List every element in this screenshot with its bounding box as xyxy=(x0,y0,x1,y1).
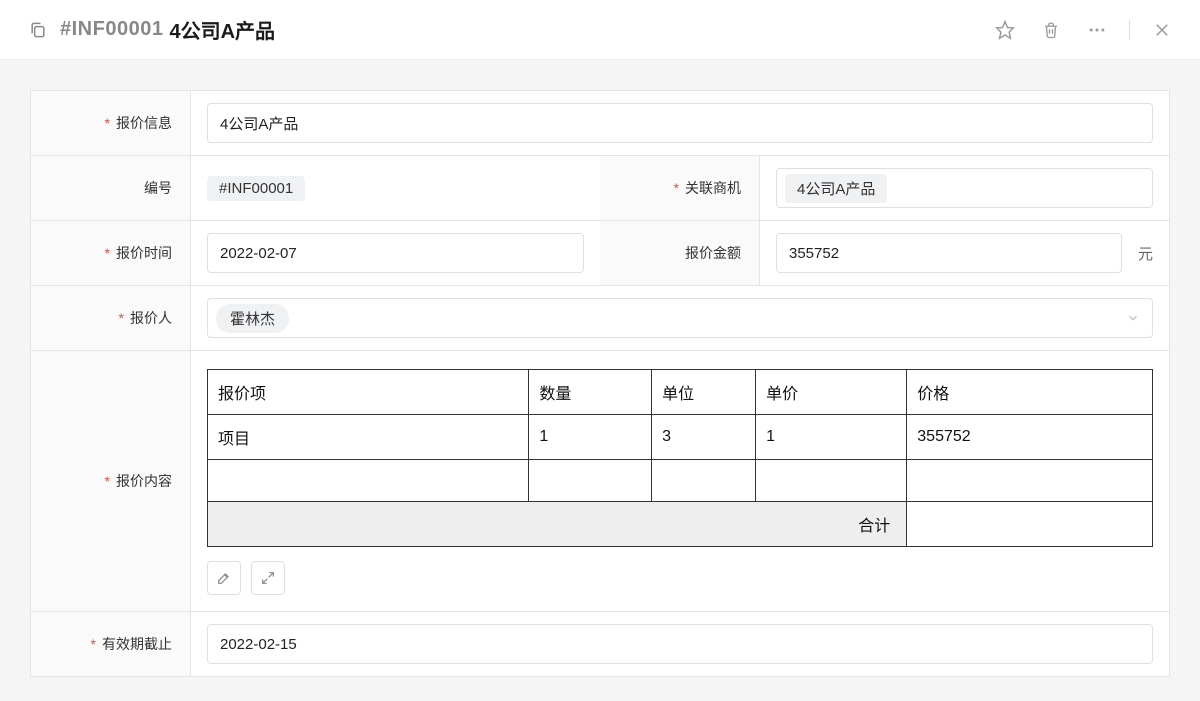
close-icon[interactable] xyxy=(1148,16,1176,44)
page-title: #INF00001 4公司A产品 xyxy=(60,15,275,44)
quoter-select[interactable]: 霍林杰 xyxy=(207,298,1153,338)
quote-date-field[interactable] xyxy=(207,233,584,273)
quote-items-area: 报价项 数量 单位 单价 价格 项目 1 3 1 355752 xyxy=(191,351,1169,611)
copy-icon[interactable] xyxy=(24,16,52,44)
th-qty: 数量 xyxy=(529,370,652,415)
cell-unit[interactable]: 3 xyxy=(652,415,756,460)
sum-value xyxy=(907,502,1153,547)
cell-price[interactable]: 1 xyxy=(756,415,907,460)
label-quoter: 报价人 xyxy=(31,286,191,350)
divider xyxy=(1129,20,1130,40)
valid-until-input[interactable] xyxy=(220,636,1140,653)
quote-date-input[interactable] xyxy=(220,245,571,262)
label-content: 报价内容 xyxy=(31,351,191,611)
opportunity-field[interactable]: 4公司A产品 xyxy=(776,168,1153,208)
more-icon[interactable] xyxy=(1083,16,1111,44)
quoter-tag: 霍林杰 xyxy=(216,304,289,333)
chevron-down-icon xyxy=(1126,311,1140,325)
cell-qty[interactable] xyxy=(529,460,652,502)
th-price: 单价 xyxy=(756,370,907,415)
label-valid-until: 有效期截止 xyxy=(31,612,191,676)
quote-form: 报价信息 编号 #INF00001 关联商机 4公司A xyxy=(30,90,1170,677)
cell-total[interactable] xyxy=(907,460,1153,502)
record-title: 4公司A产品 xyxy=(169,15,275,44)
star-icon[interactable] xyxy=(991,16,1019,44)
record-id: #INF00001 xyxy=(60,18,163,41)
trash-icon[interactable] xyxy=(1037,16,1065,44)
expand-icon xyxy=(260,570,276,586)
cell-unit[interactable] xyxy=(652,460,756,502)
th-name: 报价项 xyxy=(208,370,529,415)
cell-price[interactable] xyxy=(756,460,907,502)
valid-until-field[interactable] xyxy=(207,624,1153,664)
opportunity-tag: 4公司A产品 xyxy=(785,174,887,203)
sum-label: 合计 xyxy=(208,502,907,547)
amount-input[interactable] xyxy=(789,245,1109,262)
code-tag: #INF00001 xyxy=(207,176,305,201)
table-row[interactable]: 项目 1 3 1 355752 xyxy=(208,415,1153,460)
table-row[interactable] xyxy=(208,460,1153,502)
th-total: 价格 xyxy=(907,370,1153,415)
cell-name[interactable] xyxy=(208,460,529,502)
table-header-row: 报价项 数量 单位 单价 价格 xyxy=(208,370,1153,415)
label-amount: 报价金额 xyxy=(600,221,760,285)
cell-qty[interactable]: 1 xyxy=(529,415,652,460)
page-header: #INF00001 4公司A产品 xyxy=(0,0,1200,60)
label-quote-date: 报价时间 xyxy=(31,221,191,285)
label-quote-info: 报价信息 xyxy=(31,91,191,155)
table-sum-row: 合计 xyxy=(208,502,1153,547)
quote-info-input[interactable] xyxy=(220,115,1140,132)
amount-field[interactable] xyxy=(776,233,1122,273)
th-unit: 单位 xyxy=(652,370,756,415)
label-opportunity: 关联商机 xyxy=(600,156,760,220)
quote-info-field[interactable] xyxy=(207,103,1153,143)
expand-table-button[interactable] xyxy=(251,561,285,595)
cell-name[interactable]: 项目 xyxy=(208,415,529,460)
edit-icon xyxy=(216,570,232,586)
quote-items-table: 报价项 数量 单位 单价 价格 项目 1 3 1 355752 xyxy=(207,369,1153,547)
edit-table-button[interactable] xyxy=(207,561,241,595)
label-code: 编号 xyxy=(31,156,191,220)
cell-total[interactable]: 355752 xyxy=(907,415,1153,460)
amount-suffix: 元 xyxy=(1138,243,1153,264)
